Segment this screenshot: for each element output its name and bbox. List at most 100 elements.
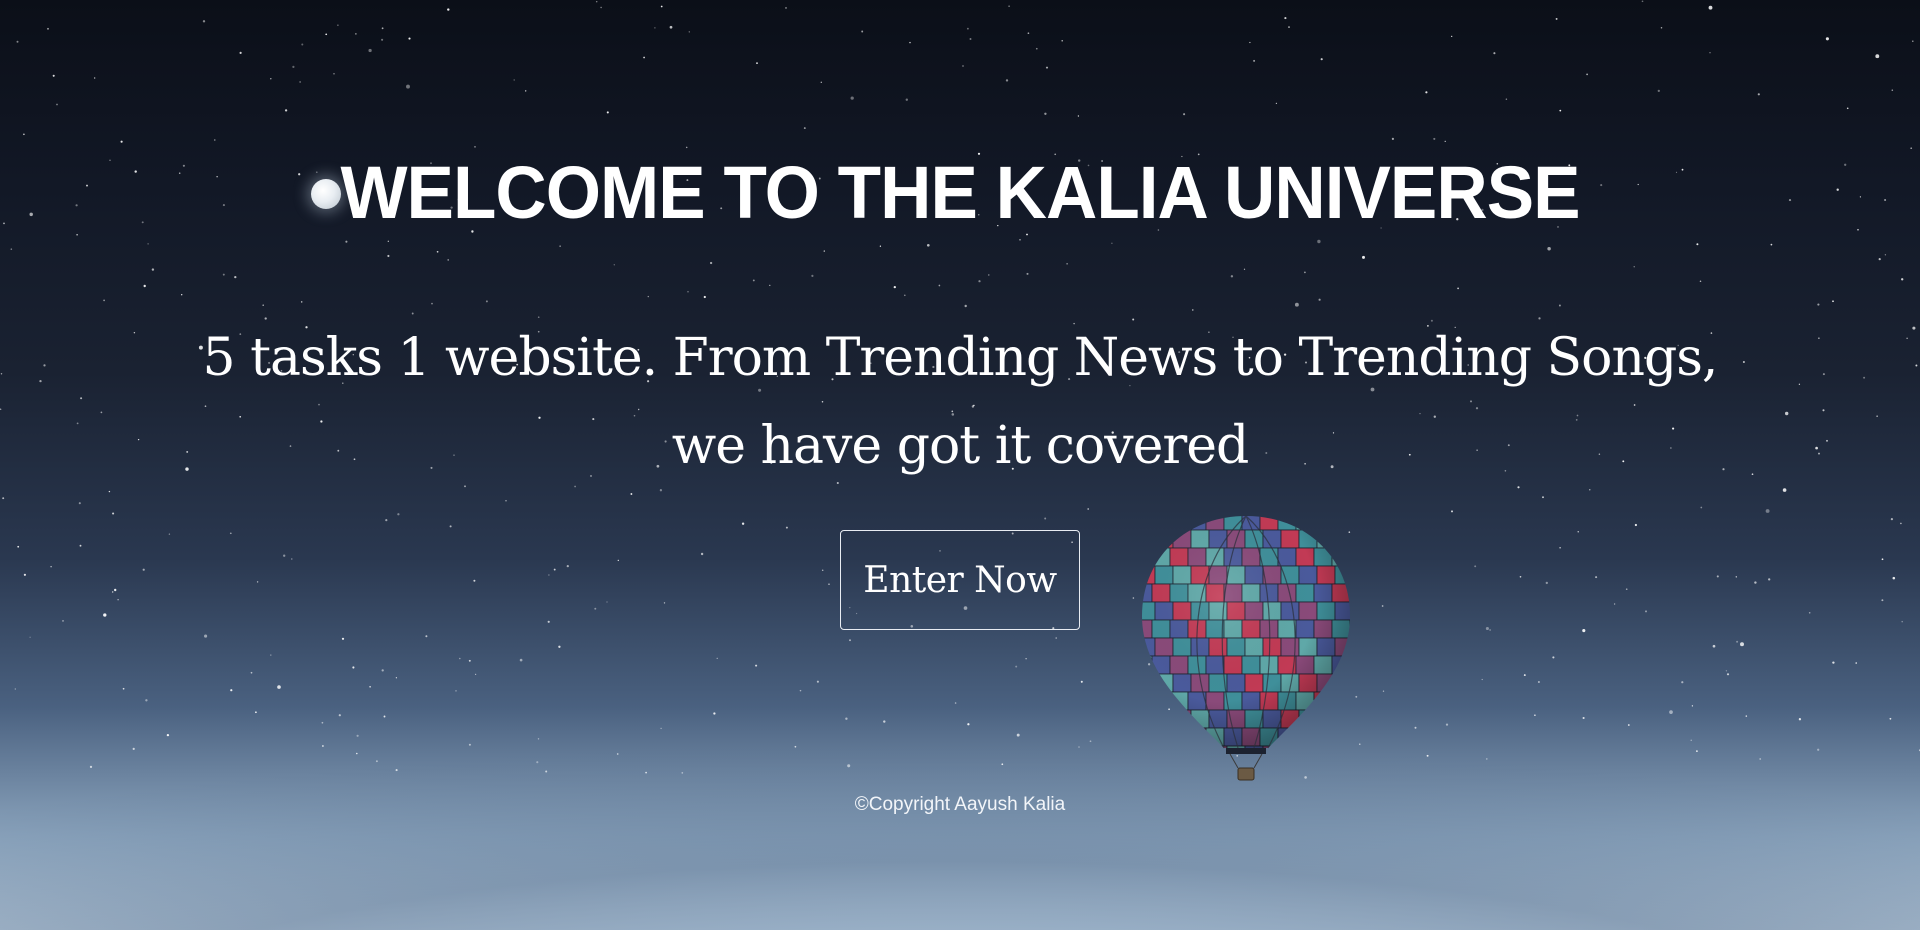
star xyxy=(114,588,117,592)
star xyxy=(1912,326,1916,330)
star xyxy=(1915,364,1918,367)
star xyxy=(16,40,19,43)
star xyxy=(1318,298,1321,301)
star xyxy=(1846,107,1849,110)
star xyxy=(436,250,439,253)
star xyxy=(904,294,906,297)
star xyxy=(1768,578,1771,581)
star xyxy=(1132,597,1135,599)
star xyxy=(1192,309,1194,311)
star xyxy=(385,519,388,522)
star xyxy=(700,552,704,556)
star xyxy=(1808,612,1811,614)
star xyxy=(1545,581,1548,585)
hero-subtitle: 5 tasks 1 website. From Trending News to… xyxy=(202,328,1719,476)
star xyxy=(325,33,328,36)
star xyxy=(660,727,662,730)
star xyxy=(845,717,848,720)
enter-now-button[interactable]: Enter Now xyxy=(840,530,1080,630)
star xyxy=(1001,763,1004,766)
star xyxy=(660,5,663,8)
star xyxy=(337,24,339,26)
star xyxy=(849,639,851,642)
star xyxy=(1633,266,1635,268)
star xyxy=(1884,198,1887,202)
star xyxy=(1474,565,1477,568)
star xyxy=(1555,17,1558,20)
star xyxy=(687,290,689,293)
star xyxy=(1765,509,1770,513)
star xyxy=(1699,280,1702,282)
star xyxy=(1489,629,1491,631)
star xyxy=(1736,640,1739,643)
star xyxy=(1822,409,1825,412)
star xyxy=(283,554,286,557)
star xyxy=(291,558,293,560)
star xyxy=(1625,588,1628,591)
star xyxy=(1005,79,1009,82)
star xyxy=(879,245,882,247)
star xyxy=(447,8,450,11)
star xyxy=(387,240,389,242)
star xyxy=(1681,681,1684,684)
star xyxy=(1537,680,1540,684)
star xyxy=(1552,656,1555,659)
star xyxy=(1627,724,1630,726)
star xyxy=(513,79,515,81)
star xyxy=(425,635,428,638)
star xyxy=(1881,599,1884,602)
star xyxy=(0,373,3,375)
star xyxy=(1015,665,1018,668)
star xyxy=(954,702,957,704)
star xyxy=(10,248,13,250)
star xyxy=(703,295,706,299)
star xyxy=(1634,523,1638,527)
star xyxy=(1044,112,1047,115)
star xyxy=(1559,109,1562,112)
star xyxy=(23,573,26,576)
star xyxy=(1414,726,1417,729)
star xyxy=(905,98,908,101)
star xyxy=(820,81,822,83)
star xyxy=(883,720,886,723)
star xyxy=(408,37,411,40)
star xyxy=(595,0,598,3)
star xyxy=(381,669,384,672)
star xyxy=(1444,140,1446,143)
star xyxy=(988,274,990,276)
star xyxy=(1815,446,1818,450)
star xyxy=(338,714,341,717)
star xyxy=(1912,40,1914,43)
star xyxy=(1782,488,1787,492)
star xyxy=(1426,754,1429,757)
star xyxy=(485,300,488,303)
star xyxy=(1645,610,1647,613)
star xyxy=(1451,35,1453,38)
star xyxy=(769,284,771,287)
star xyxy=(1485,626,1489,631)
star xyxy=(108,490,111,493)
star xyxy=(341,637,345,640)
star xyxy=(277,685,281,689)
star xyxy=(1111,242,1113,245)
star xyxy=(52,74,55,77)
star xyxy=(1445,723,1449,726)
star xyxy=(78,502,81,505)
star xyxy=(142,568,145,571)
star xyxy=(926,243,930,247)
star xyxy=(505,500,507,502)
star xyxy=(1425,91,1428,94)
star xyxy=(299,81,301,83)
star xyxy=(1582,716,1585,720)
star xyxy=(893,285,896,289)
star xyxy=(755,664,758,667)
star xyxy=(566,564,569,568)
star xyxy=(143,284,146,288)
star xyxy=(1451,510,1453,513)
star xyxy=(969,38,972,40)
star xyxy=(1485,758,1488,760)
star xyxy=(112,591,114,593)
star xyxy=(292,65,295,69)
star xyxy=(1696,243,1699,246)
star xyxy=(645,771,647,774)
